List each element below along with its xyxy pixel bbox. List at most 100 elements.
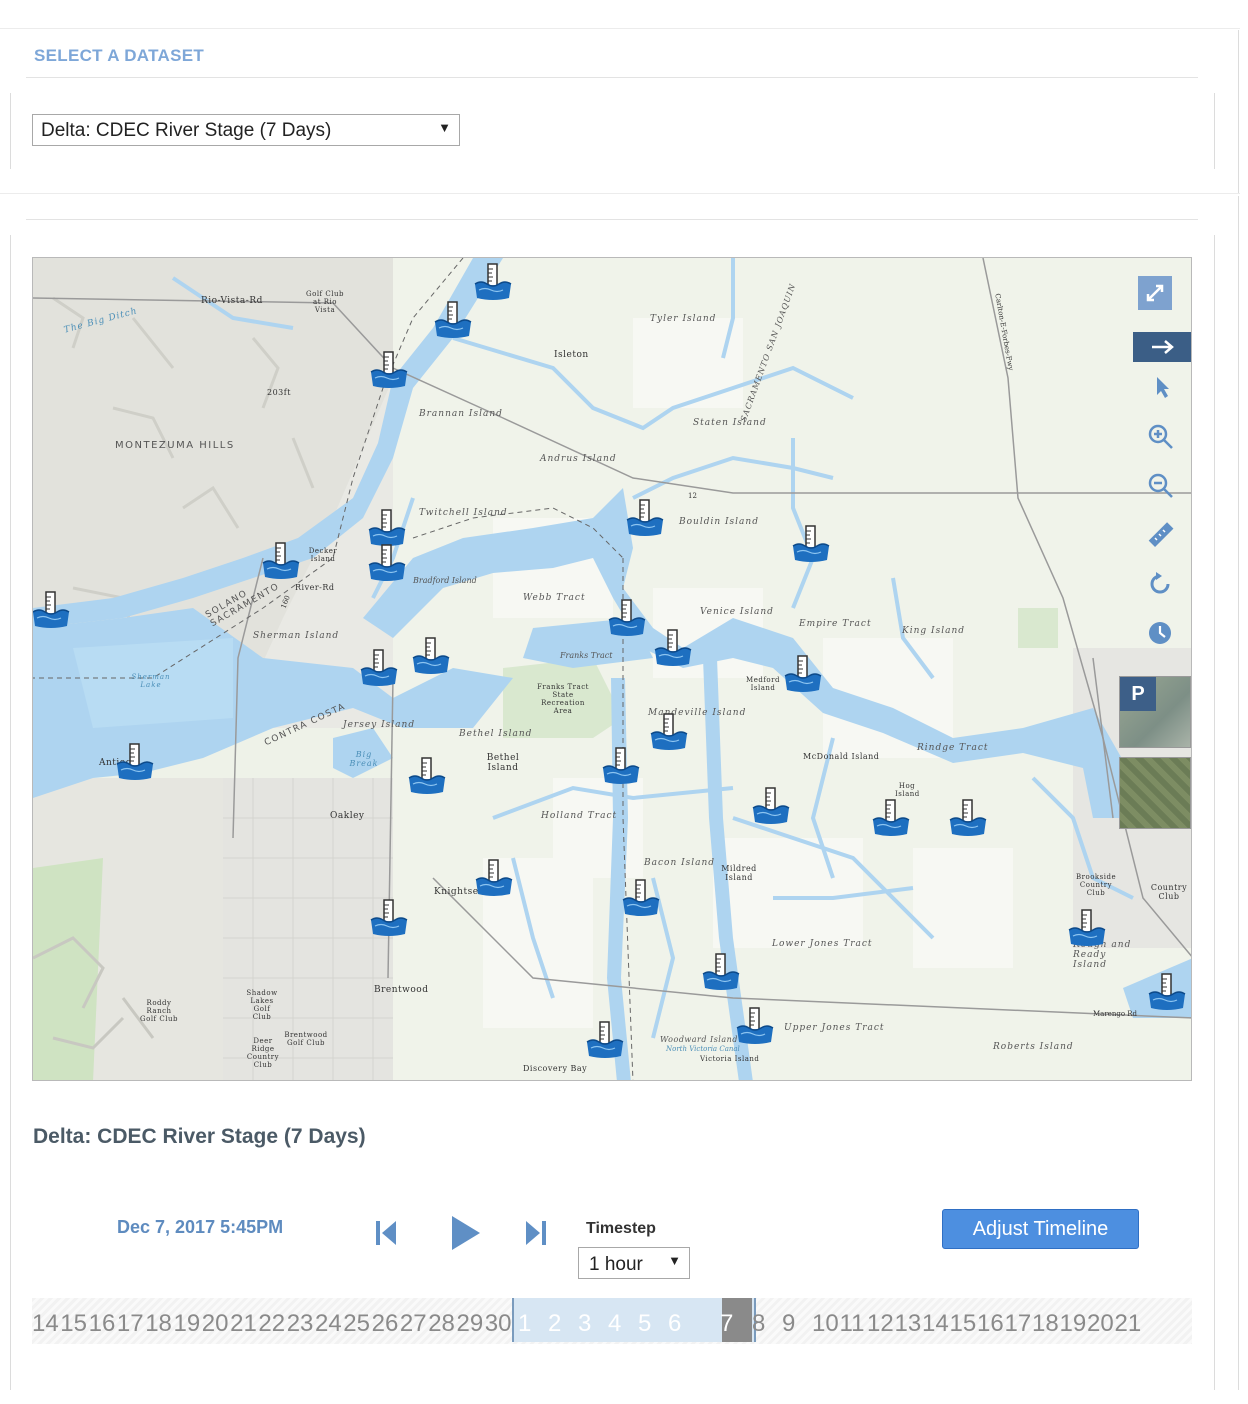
zoom-in-icon[interactable] <box>1143 419 1177 453</box>
gauge-station-icon[interactable] <box>701 952 741 992</box>
timeline-day[interactable]: 4 <box>608 1310 621 1338</box>
gauge-station-icon[interactable] <box>369 350 409 390</box>
timeline-day[interactable]: 10 <box>812 1310 839 1338</box>
timeline-day[interactable]: 13 <box>895 1310 922 1338</box>
gauge-station-icon[interactable] <box>261 541 301 581</box>
timeline-day[interactable]: 29 <box>457 1310 484 1338</box>
timeline-day[interactable]: 28 <box>428 1310 455 1338</box>
timeline-day[interactable]: 22 <box>258 1310 285 1338</box>
timeline-day[interactable]: 20 <box>202 1310 229 1338</box>
map-label: McDonald Island <box>803 752 880 761</box>
timestep-select[interactable]: 1 hour ▼ <box>578 1247 690 1279</box>
map-label: Medford Island <box>746 676 780 692</box>
gauge-station-icon[interactable] <box>653 628 693 668</box>
timeline-day[interactable]: 1 <box>518 1310 531 1338</box>
gauge-station-icon[interactable] <box>783 654 823 694</box>
timeline-day[interactable]: 19 <box>174 1310 201 1338</box>
timeline-day[interactable]: 17 <box>1005 1310 1032 1338</box>
gauge-station-icon[interactable] <box>607 598 647 638</box>
map-label: Brannan Island <box>419 409 503 419</box>
fullscreen-icon[interactable] <box>1138 276 1172 310</box>
timeline-day[interactable]: 18 <box>145 1310 172 1338</box>
gauge-station-icon[interactable] <box>948 798 988 838</box>
timeline-day[interactable]: 20 <box>1087 1310 1114 1338</box>
timeline-day[interactable]: 25 <box>343 1310 370 1338</box>
timeline-day[interactable]: 24 <box>315 1310 342 1338</box>
map-label: Discovery Bay <box>523 1064 588 1073</box>
timeline-day[interactable]: 17 <box>117 1310 144 1338</box>
zoom-out-icon[interactable] <box>1143 468 1177 502</box>
timeline-day[interactable]: 9 <box>782 1310 795 1338</box>
timeline-day[interactable]: 2 <box>548 1310 561 1338</box>
timeline-day[interactable]: 21 <box>230 1310 257 1338</box>
map-label: Tyler Island <box>650 314 717 324</box>
map-label: Staten Island <box>693 418 767 428</box>
gauge-station-icon[interactable] <box>649 712 689 752</box>
gauge-station-icon[interactable] <box>433 300 473 340</box>
gauge-station-icon[interactable] <box>1067 908 1107 948</box>
gauge-station-icon[interactable] <box>621 878 661 918</box>
timeline-day[interactable]: 8 <box>752 1310 765 1338</box>
pointer-icon[interactable] <box>1145 370 1179 404</box>
timeline[interactable]: 14 15 16 17 18 19 20 21 22 23 24 25 26 27 28 29 30 1 2 3 4 5 6… <box>32 1298 1192 1344</box>
timeline-day[interactable]: 23 <box>287 1310 314 1338</box>
timeline-day[interactable]: 21 <box>1115 1310 1142 1338</box>
gauge-station-icon[interactable] <box>473 262 513 302</box>
current-time: Dec 7, 2017 5:45PM <box>117 1217 284 1237</box>
gauge-station-icon[interactable] <box>1147 972 1187 1012</box>
map-basemap[interactable] <box>33 258 1192 1081</box>
map-label: Bethel Island <box>459 729 533 739</box>
skip-back-icon[interactable] <box>374 1218 400 1253</box>
timeline-day[interactable]: 19 <box>1060 1310 1087 1338</box>
timeline-day[interactable]: 27 <box>400 1310 427 1338</box>
timeline-day[interactable]: 14 <box>32 1310 59 1338</box>
timeline-day[interactable]: 6 <box>668 1310 681 1338</box>
gauge-station-icon[interactable] <box>585 1020 625 1060</box>
skip-forward-icon[interactable] <box>522 1218 548 1253</box>
timeline-day[interactable]: 15 <box>60 1310 87 1338</box>
gauge-station-icon[interactable] <box>601 746 641 786</box>
timeline-day[interactable]: 14 <box>922 1310 949 1338</box>
timeline-day[interactable]: 18 <box>1032 1310 1059 1338</box>
timeline-day[interactable]: 16 <box>977 1310 1004 1338</box>
play-icon[interactable] <box>448 1214 482 1257</box>
gauge-station-icon[interactable] <box>367 543 407 583</box>
gauge-station-icon[interactable] <box>625 498 665 538</box>
timeline-day[interactable]: 11 <box>840 1310 865 1338</box>
timeline-day[interactable]: 16 <box>89 1310 116 1338</box>
timeline-day[interactable]: 26 <box>372 1310 399 1338</box>
gauge-station-icon[interactable] <box>791 524 831 564</box>
map-label: River-Rd <box>295 583 335 592</box>
divider <box>1238 30 1239 193</box>
gauge-station-icon[interactable] <box>871 798 911 838</box>
gauge-station-icon[interactable] <box>359 648 399 688</box>
timeline-current-day[interactable]: 7 <box>720 1310 733 1338</box>
gauge-station-icon[interactable] <box>735 1006 775 1046</box>
clock-icon[interactable] <box>1143 616 1177 650</box>
refresh-icon[interactable] <box>1143 567 1177 601</box>
timeline-day[interactable]: 12 <box>867 1310 894 1338</box>
gauge-station-icon[interactable] <box>407 756 447 796</box>
map-viewer[interactable]: Rio-Vista-Rd Golf Club at Rio Vista The … <box>32 257 1192 1081</box>
timeline-day[interactable]: 5 <box>638 1310 651 1338</box>
basemap-thumbnail[interactable] <box>1119 757 1191 829</box>
gauge-station-icon[interactable] <box>369 898 409 938</box>
gauge-station-icon[interactable] <box>474 858 514 898</box>
dataset-select[interactable]: Delta: CDEC River Stage (7 Days) ▼ <box>32 114 460 146</box>
timeline-day[interactable]: 3 <box>578 1310 591 1338</box>
gauge-station-icon[interactable] <box>33 590 71 630</box>
map-label: Venice Island <box>700 607 774 617</box>
gauge-station-icon[interactable] <box>751 786 791 826</box>
gauge-station-icon[interactable] <box>367 508 407 548</box>
gauge-station-icon[interactable] <box>411 636 451 676</box>
timeline-day[interactable]: 30 <box>485 1310 512 1338</box>
basemap-thumbnail[interactable]: P <box>1119 676 1191 748</box>
map-label: Roddy Ranch Golf Club <box>140 999 178 1023</box>
timeline-day[interactable]: 15 <box>950 1310 977 1338</box>
arrow-right-icon[interactable] <box>1133 332 1191 362</box>
adjust-timeline-button[interactable]: Adjust Timeline <box>942 1209 1139 1249</box>
map-label: Upper Jones Tract <box>784 1023 885 1033</box>
map-label: 12 <box>688 492 697 500</box>
gauge-station-icon[interactable] <box>115 742 155 782</box>
ruler-icon[interactable] <box>1143 518 1177 552</box>
